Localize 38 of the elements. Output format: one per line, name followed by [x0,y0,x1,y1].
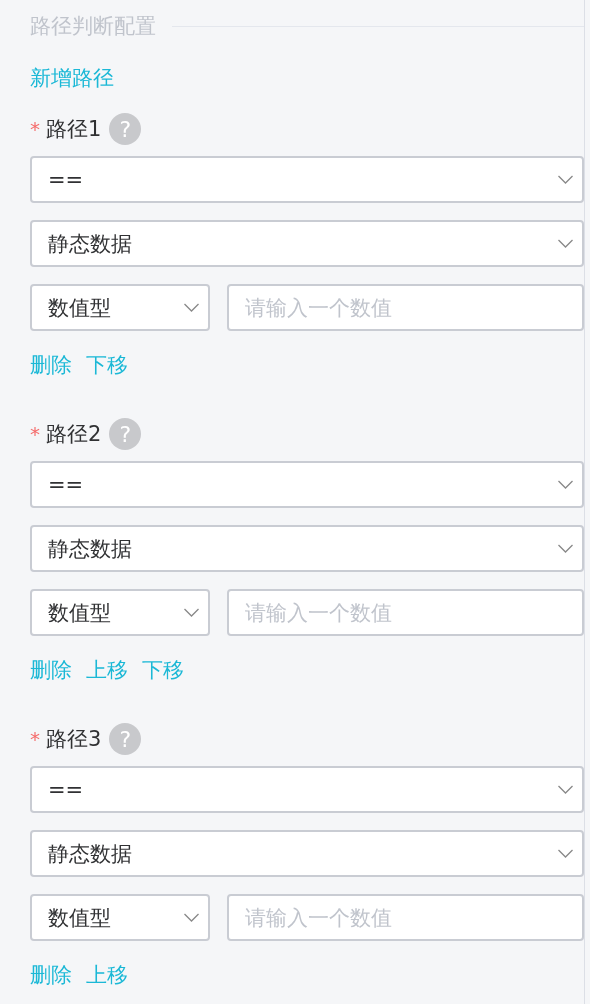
select-field[interactable]: 静态数据 [30,220,584,267]
chevron-down-icon [557,479,574,490]
select-field[interactable]: 数值型 [30,589,210,636]
help-icon[interactable]: ? [109,723,142,755]
chevron-down-icon [557,238,574,249]
select-field[interactable]: 数值型 [30,894,210,941]
path-label: 路径1 [46,116,102,143]
path-label: 路径3 [46,726,102,753]
chevron-down-icon [557,174,574,185]
required-asterisk: * [30,422,40,446]
action-link[interactable]: 下移 [142,656,184,684]
action-link[interactable]: 删除 [30,351,72,379]
value-input-field[interactable]: 请输入一个数值 [227,284,584,331]
select-field[interactable]: == [30,156,584,203]
help-icon[interactable]: ? [109,113,142,145]
path-label: 路径2 [46,421,102,448]
select-field[interactable]: == [30,766,584,813]
action-link[interactable]: 上移 [86,656,128,684]
chevron-down-icon [183,912,200,923]
chevron-down-icon [557,784,574,795]
add-path-link[interactable]: 新增路径 [30,64,114,92]
help-icon[interactable]: ? [109,418,142,450]
select-field[interactable]: 静态数据 [30,525,584,572]
chevron-down-icon [183,607,200,618]
value-input-field[interactable]: 请输入一个数值 [227,589,584,636]
chevron-down-icon [183,302,200,313]
select-field[interactable]: == [30,461,584,508]
action-link[interactable]: 下移 [86,351,128,379]
chevron-down-icon [557,848,574,859]
value-input-field[interactable]: 请输入一个数值 [227,894,584,941]
required-asterisk: * [30,117,40,141]
required-asterisk: * [30,727,40,751]
action-link[interactable]: 上移 [86,961,128,989]
action-link[interactable]: 删除 [30,961,72,989]
select-field[interactable]: 静态数据 [30,830,584,877]
chevron-down-icon [557,543,574,554]
action-link[interactable]: 删除 [30,656,72,684]
select-field[interactable]: 数值型 [30,284,210,331]
